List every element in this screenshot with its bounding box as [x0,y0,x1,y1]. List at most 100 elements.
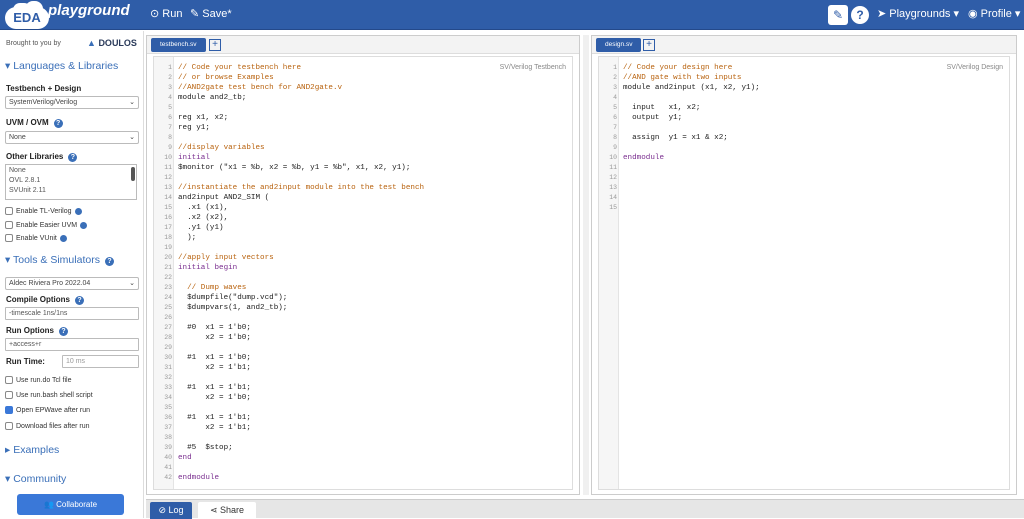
caret-down-icon: ▾ [5,473,14,485]
list-item[interactable]: OVL 2.8.1 [9,176,133,186]
collaborate-button[interactable]: 👥 Collaborate [17,494,124,515]
line-number: 6 [168,114,172,121]
checkbox[interactable] [5,376,13,384]
line-number: 35 [164,404,172,411]
section-tools[interactable]: ▾ Tools & Simulators? [5,254,114,266]
other-libraries-label: Other Libraries? [6,152,78,162]
tab-testbench[interactable]: testbench.sv [151,38,206,52]
line-number: 12 [164,174,172,181]
code-text: //AND gate with two inputs [623,74,742,82]
checkbox-label: Open EPWave after run [16,406,91,414]
info-icon[interactable] [80,221,88,229]
run-button[interactable]: ⊙ Run [150,5,182,23]
other-libraries-list[interactable]: None OVL 2.8.1 SVUnit 2.11 [5,164,137,200]
code-text: reg y1; [178,124,210,132]
run-time-input[interactable]: 10 ms [62,355,139,368]
share-tab[interactable]: ⋖ Share [198,502,256,519]
code-text: //display variables [178,144,265,152]
edaplayground-logo[interactable]: EDA playground [3,1,143,29]
info-icon[interactable] [74,207,82,215]
help-icon[interactable]: ? [851,6,869,24]
save-button[interactable]: ✎ Save* [190,5,232,23]
compile-options-text: Compile Options [6,295,70,304]
run-options-input[interactable]: +access+r [5,338,139,351]
checkbox[interactable] [5,221,13,229]
design-editor[interactable]: SV/Verilog Design 1 // Code your design h… [598,56,1010,490]
section-community[interactable]: ▾ Community [5,473,66,485]
simulator-select[interactable]: Aldec Riviera Pro 2022.04 ⌄ [5,277,139,290]
line-number: 12 [609,174,617,181]
collaborate-label: Collaborate [56,500,98,509]
doulos-logo[interactable]: ▲ DOULOS [87,38,137,48]
uvm-value: None [9,134,26,141]
list-item[interactable]: SVUnit 2.11 [9,186,133,196]
line-number: 2 [613,74,617,81]
checkbox[interactable] [5,234,13,242]
line-number: 3 [613,84,617,91]
code-text: endmodule [623,154,665,162]
testbench-value: SystemVerilog/Verilog [9,99,78,106]
checkbox[interactable] [5,391,13,399]
playgrounds-menu[interactable]: ➤ Playgrounds ▾ [877,5,959,23]
use-rundo-checkbox[interactable]: Use run.do Tcl file [5,376,72,384]
checkbox[interactable] [5,207,13,215]
testbench-select[interactable]: SystemVerilog/Verilog ⌄ [5,96,139,109]
help-icon[interactable]: ? [104,257,114,266]
line-number: 41 [164,464,172,471]
enable-tl-verilog-checkbox[interactable]: Enable TL-Verilog [5,207,82,215]
section-languages[interactable]: ▾ Languages & Libraries [5,60,118,72]
line-number: 5 [613,104,617,111]
list-item[interactable]: None [9,166,133,176]
checkbox-checked[interactable] [5,406,13,414]
code-text: #0 x1 = 1'b0; [178,324,251,332]
line-number: 22 [164,274,172,281]
line-number: 37 [164,424,172,431]
checkbox[interactable] [5,422,13,430]
panel-splitter[interactable] [583,35,589,495]
checkbox-label: Download files after run [16,422,90,430]
add-file-icon[interactable]: + [209,39,221,51]
code-text: .x2 (x2), [178,214,229,222]
section-examples[interactable]: ▸ Examples [5,444,59,456]
help-icon[interactable]: ? [53,119,63,128]
code-text: #1 x1 = 1'b1; [178,414,251,422]
section-community-label: Community [13,473,67,485]
sidebar: Brought to you by ▲ DOULOS ▾ Languages &… [0,31,144,518]
line-number: 38 [164,434,172,441]
help-icon[interactable]: ? [59,327,68,336]
line-number: 11 [609,164,617,171]
play-icon: ⊙ [150,8,163,20]
compile-options-input[interactable]: -timescale 1ns/1ns [5,307,139,320]
language-label: SV/Verilog Design [946,64,1003,71]
line-number: 32 [164,374,172,381]
log-tab[interactable]: ⊘ Log [150,502,192,519]
add-file-icon[interactable]: + [643,39,655,51]
use-runbash-checkbox[interactable]: Use run.bash shell script [5,391,93,399]
testbench-label: Testbench + Design [6,84,82,93]
line-number: 4 [168,94,172,101]
code-text: // Code your testbench here [178,64,302,72]
checkbox-label: Enable Easier UVM [16,221,78,229]
enable-vunit-checkbox[interactable]: Enable VUnit [5,234,67,242]
open-epwave-checkbox[interactable]: Open EPWave after run [5,406,90,414]
profile-menu[interactable]: ◉ Profile ▾ [968,5,1020,23]
help-icon[interactable]: ? [75,296,84,305]
info-icon[interactable] [59,234,67,242]
line-number: 31 [164,364,172,371]
enable-easier-uvm-checkbox[interactable]: Enable Easier UVM [5,221,88,229]
line-number: 36 [164,414,172,421]
share-icon: ⋖ [209,505,220,515]
scrollbar[interactable] [131,167,135,181]
code-text: x2 = 1'b1; [178,424,251,432]
line-number: 33 [164,384,172,391]
line-number: 27 [164,324,172,331]
line-number: 13 [164,184,172,191]
help-icon[interactable]: ? [68,153,78,162]
tab-design[interactable]: design.sv [596,38,642,52]
testbench-editor[interactable]: SV/Verilog Testbench 1 // Code your testb… [153,56,573,490]
download-files-checkbox[interactable]: Download files after run [5,422,90,430]
code-text: #1 x1 = 1'b1; [178,384,251,392]
uvm-select[interactable]: None ⌄ [5,131,139,144]
code-text: // Code your design here [623,64,733,72]
edit-icon[interactable]: ✎ [828,5,848,25]
